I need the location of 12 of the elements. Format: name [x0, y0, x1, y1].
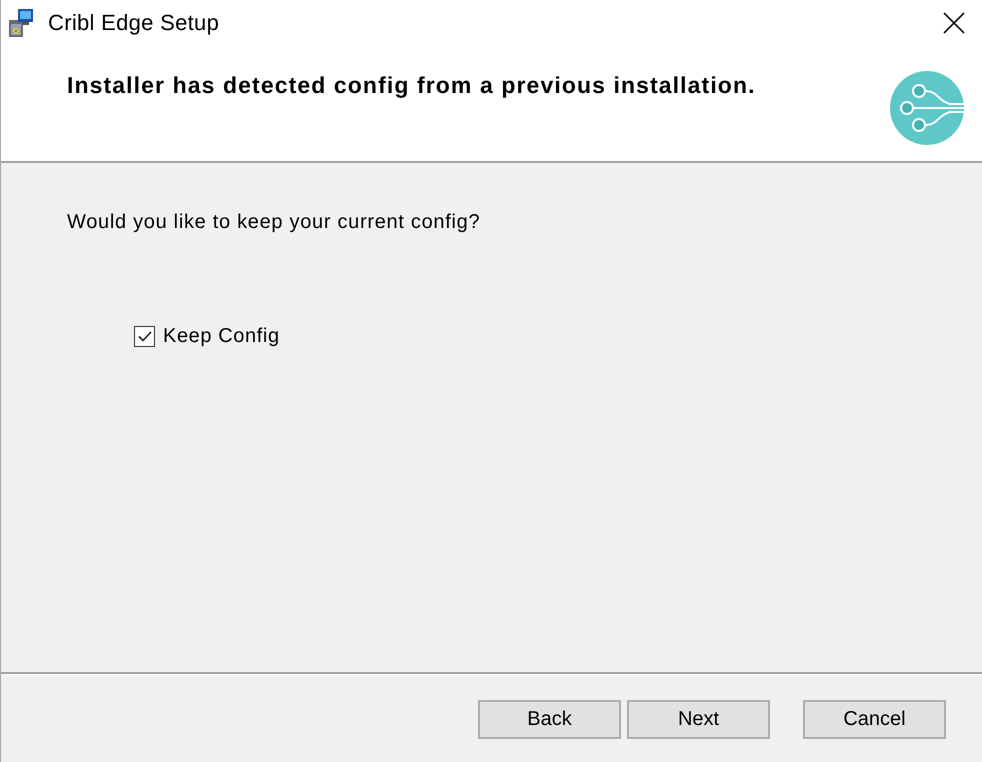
header-heading: Installer has detected config from a previous installation.	[67, 72, 757, 99]
cancel-button[interactable]: Cancel	[803, 700, 946, 739]
checkmark-icon	[138, 331, 152, 342]
circuit-logo-icon	[890, 71, 964, 145]
nav-button[interactable]: Back	[478, 700, 621, 739]
nav-button[interactable]: Next	[627, 700, 770, 739]
checkbox-label[interactable]: Keep Config	[163, 325, 280, 348]
close-icon	[943, 12, 965, 34]
question-text: Would you like to keep your current config?	[67, 211, 482, 234]
setup-program-icon	[7, 8, 35, 38]
window-title: Cribl Edge Setup	[48, 10, 220, 36]
checkbox[interactable]	[134, 326, 155, 347]
